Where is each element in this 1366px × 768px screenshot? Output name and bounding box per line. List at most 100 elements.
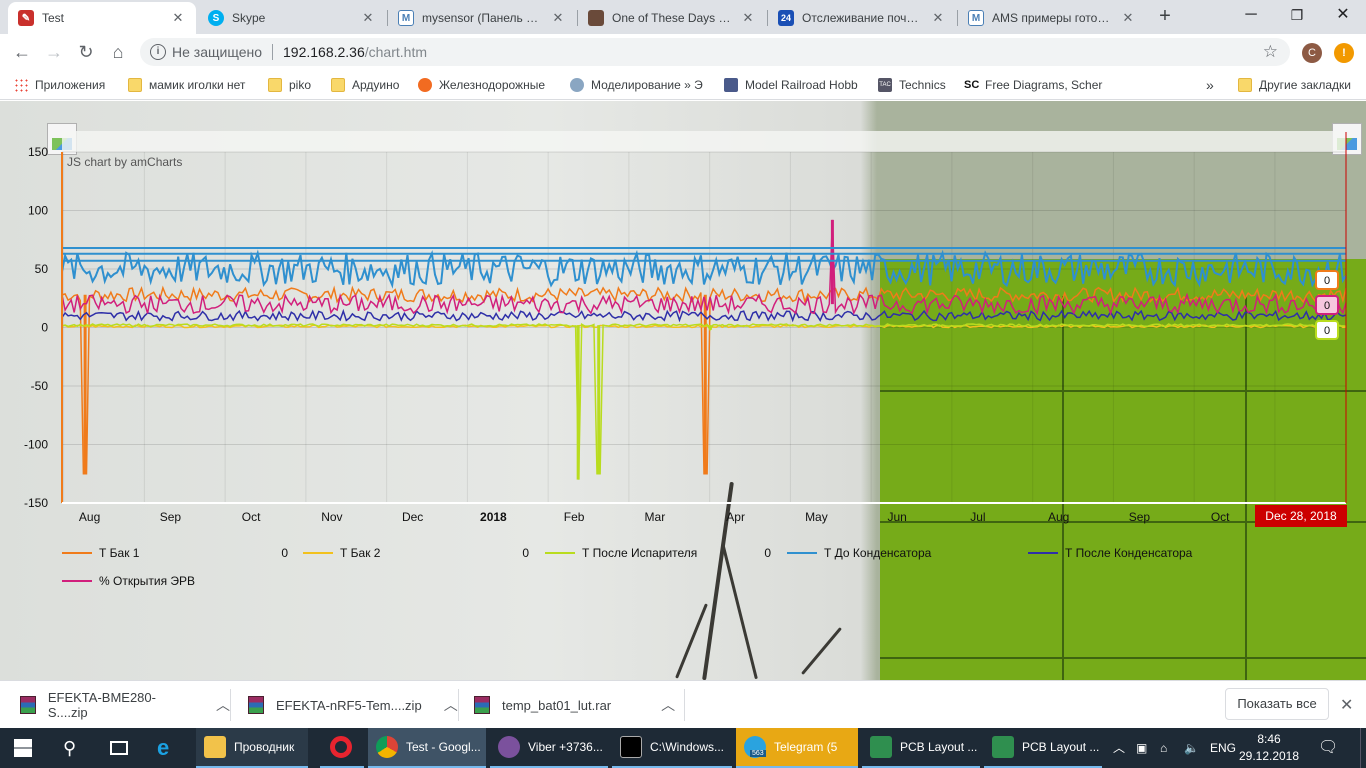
- tray-overflow-icon[interactable]: ︿: [1113, 728, 1125, 768]
- input-language[interactable]: ENG: [1210, 728, 1236, 768]
- minimize-button[interactable]: ─: [1228, 0, 1274, 30]
- taskbar-item-opera[interactable]: [320, 728, 364, 768]
- taskbar-item-telegram[interactable]: 563 Telegram (5: [736, 728, 858, 768]
- close-download-bar-button[interactable]: ✕: [1340, 695, 1353, 715]
- show-all-downloads-button[interactable]: Показать все: [1225, 688, 1329, 720]
- url-path: /chart.htm: [364, 44, 427, 60]
- legend-label[interactable]: Т До Конденсатора: [824, 546, 932, 560]
- back-arrow-icon[interactable]: ←: [10, 40, 34, 64]
- tray-app-icon[interactable]: ▣: [1136, 728, 1147, 768]
- bookmark-item[interactable]: Ардуино: [331, 76, 399, 94]
- tab-close-icon[interactable]: ✕: [1120, 10, 1136, 26]
- bookmarks-bar: Приложения мамик иголки нет piko Ардуино…: [0, 70, 1366, 100]
- legend-label[interactable]: Т Бак 2: [340, 546, 381, 560]
- legend-label[interactable]: % Открытия ЭРВ: [99, 574, 195, 588]
- tab-close-icon[interactable]: ✕: [360, 10, 376, 26]
- legend-value: 0: [764, 546, 771, 560]
- x-tick-label: Aug: [1048, 510, 1069, 524]
- taskbar-label: PCB Layout ...: [900, 740, 978, 754]
- search-icon[interactable]: ⚲: [48, 728, 96, 768]
- tab-one-of-these-days[interactable]: One of These Days - Фа ✕: [578, 2, 766, 34]
- mysensors-icon: M: [398, 10, 414, 26]
- chart[interactable]: 150 100 50 0 -50 -100 -150 Aug Sep Oct Nov Dec 2018…: [0, 101, 1366, 680]
- chart-credit[interactable]: JS chart by amCharts: [67, 155, 182, 169]
- download-item[interactable]: EFEKTA-nRF5-Tem....zip ︿: [228, 681, 458, 729]
- address-bar[interactable]: i Не защищено 192.168.2.36/chart.htm ☆: [140, 38, 1290, 66]
- home-icon[interactable]: ⌂: [106, 40, 130, 64]
- legend-label[interactable]: Т После Испарителя: [582, 546, 697, 560]
- pcb-icon: [992, 736, 1014, 758]
- taskbar-item-console[interactable]: C:\Windows...: [612, 728, 732, 768]
- bookmark-other[interactable]: Другие закладки: [1238, 76, 1351, 94]
- tab-test[interactable]: ✎ Test ✕: [8, 2, 196, 34]
- taskbar-item-chrome[interactable]: Test - Googl...: [368, 728, 486, 768]
- taskbar-item-viber[interactable]: Viber +3736...: [490, 728, 608, 768]
- file-explorer-icon: [204, 736, 226, 758]
- tab-close-icon[interactable]: ✕: [550, 10, 566, 26]
- tab-close-icon[interactable]: ✕: [930, 10, 946, 26]
- update-alert-icon[interactable]: !: [1334, 43, 1354, 63]
- taskbar-item-explorer[interactable]: Проводник: [196, 728, 308, 768]
- download-filename: EFEKTA-nRF5-Tem....zip: [276, 697, 422, 713]
- windows-taskbar: ⚲ e Проводник Test - Googl... Viber +373…: [0, 728, 1366, 768]
- taskbar-label: Проводник: [234, 740, 295, 754]
- bookmark-label: мамик иголки нет: [149, 78, 246, 92]
- x-tick-label: May: [805, 510, 828, 524]
- network-icon[interactable]: ⌂: [1160, 728, 1167, 768]
- download-item[interactable]: EFEKTA-BME280-S....zip ︿: [0, 681, 230, 729]
- edge-icon[interactable]: e: [144, 728, 192, 768]
- taskbar-item-pcb-2[interactable]: PCB Layout ...: [984, 728, 1102, 768]
- address-divider: [272, 44, 273, 60]
- clock[interactable]: 8:46 29.12.2018: [1238, 731, 1300, 765]
- notifications-icon[interactable]: 🗨: [1318, 728, 1338, 768]
- legend-label[interactable]: Т Бак 1: [99, 546, 140, 560]
- bookmark-item[interactable]: Железнодорожные: [418, 76, 554, 94]
- new-tab-button[interactable]: +: [1154, 6, 1176, 28]
- forward-arrow-icon[interactable]: →: [42, 40, 66, 64]
- bookmark-item[interactable]: Model Railroad Hobb: [724, 76, 864, 94]
- chart-scrollbar[interactable]: [62, 131, 1346, 152]
- close-window-button[interactable]: ✕: [1320, 0, 1366, 30]
- reload-icon[interactable]: ↻: [74, 40, 98, 64]
- tab-tracking[interactable]: 24 Отслеживание почтов ✕: [768, 2, 956, 34]
- bookmark-item[interactable]: мамик иголки нет: [128, 76, 256, 94]
- bookmark-star-icon[interactable]: ☆: [1263, 42, 1278, 62]
- tab-mysensor[interactable]: M mysensor (Панель упр ✕: [388, 2, 576, 34]
- tab-skype[interactable]: S Skype ✕: [198, 2, 386, 34]
- profile-avatar[interactable]: C: [1302, 43, 1322, 63]
- maximize-button[interactable]: ❐: [1274, 0, 1320, 30]
- task-view-icon[interactable]: [96, 728, 144, 768]
- taskbar-label: PCB Layout ...: [1022, 740, 1100, 754]
- taskbar-item-pcb-1[interactable]: PCB Layout ...: [862, 728, 980, 768]
- show-desktop-button[interactable]: [1360, 728, 1366, 768]
- legend-value: 0: [281, 546, 288, 560]
- info-icon[interactable]: i: [150, 44, 166, 60]
- start-button[interactable]: [0, 728, 48, 768]
- console-icon: [620, 736, 642, 758]
- legend-label[interactable]: Т После Конденсатора: [1065, 546, 1193, 560]
- tab-ams[interactable]: M AMS примеры готовых ✕: [958, 2, 1146, 34]
- tab-close-icon[interactable]: ✕: [740, 10, 756, 26]
- series-line-6[interactable]: [61, 219, 1347, 316]
- bookmark-item[interactable]: piko: [268, 76, 311, 94]
- bookmark-item[interactable]: SC Free Diagrams, Scher: [964, 76, 1106, 94]
- tab-close-icon[interactable]: ✕: [170, 10, 186, 26]
- bookmarks-overflow-button[interactable]: »: [1206, 76, 1214, 94]
- bookmark-apps[interactable]: Приложения: [14, 76, 105, 94]
- chevron-up-icon[interactable]: ︿: [661, 695, 675, 715]
- skype-icon: S: [208, 10, 224, 26]
- browser-title-bar: ✎ Test ✕ S Skype ✕ M mysensor (Панель уп…: [0, 0, 1366, 34]
- bookmark-item[interactable]: TAC Technics: [878, 76, 946, 94]
- download-item[interactable]: temp_bat01_lut.rar ︿: [454, 681, 684, 729]
- bookmark-item[interactable]: Моделирование » Э: [570, 76, 708, 94]
- download-filename: EFEKTA-BME280-S....zip: [47, 690, 156, 720]
- cursor-date-label: Dec 28, 2018: [1265, 509, 1337, 523]
- cloud-icon: [570, 78, 584, 92]
- bookmark-label: Другие закладки: [1259, 78, 1351, 92]
- tab-label: Skype: [232, 11, 266, 25]
- x-tick-label: Jul: [970, 510, 985, 524]
- volume-icon[interactable]: 🔈: [1184, 728, 1199, 768]
- archive-icon: [474, 696, 490, 714]
- paw-icon: [418, 78, 432, 92]
- bookmark-label: Железнодорожные: [439, 78, 546, 92]
